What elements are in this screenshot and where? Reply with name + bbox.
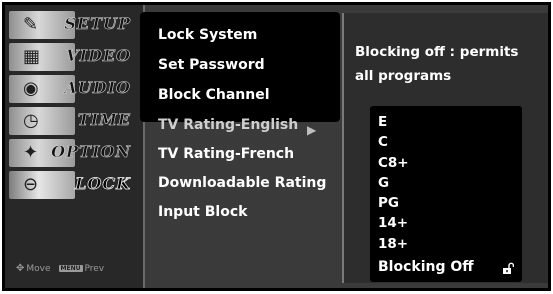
unlocked-padlock-icon — [503, 262, 514, 274]
menu-item-tv-rating-english[interactable]: TV Rating-English — [158, 117, 298, 133]
tab-audio[interactable]: ◉ AUDIO — [9, 75, 139, 103]
tv-screen: ✎ SETUP ▦ VIDEO ◉ AUDIO ◷ TIME ✦ OPTION … — [0, 0, 553, 294]
tab-audio-label: AUDIO — [64, 78, 131, 98]
tab-option[interactable]: ✦ OPTION — [9, 139, 139, 167]
rating-option-14plus[interactable]: 14+ — [378, 215, 408, 231]
menu-item-set-password[interactable]: Set Password — [158, 57, 265, 73]
arrow-right-icon: ▶ — [307, 123, 317, 137]
rating-option-g[interactable]: G — [378, 175, 389, 191]
menu-item-tv-rating-french[interactable]: TV Rating-French — [158, 146, 294, 162]
tab-lock[interactable]: ⊖ LOCK — [9, 171, 139, 199]
tab-setup[interactable]: ✎ SETUP — [9, 11, 139, 39]
rating-option-c[interactable]: C — [378, 134, 388, 150]
rating-option-18plus[interactable]: 18+ — [378, 236, 408, 252]
tab-time[interactable]: ◷ TIME — [9, 107, 139, 135]
menu-item-block-channel[interactable]: Block Channel — [158, 87, 270, 103]
rating-option-e[interactable]: E — [378, 114, 387, 130]
tab-time-label: TIME — [77, 110, 131, 130]
menu-item-lock-system[interactable]: Lock System — [158, 27, 257, 43]
clock-icon: ◷ — [9, 107, 75, 135]
rating-option-pg[interactable]: PG — [378, 195, 399, 211]
help-text: Blocking off : permits all programs — [355, 44, 519, 84]
tab-video[interactable]: ▦ VIDEO — [9, 43, 139, 71]
rating-option-c8plus[interactable]: C8+ — [378, 155, 409, 171]
rating-option-blocking-off[interactable]: Blocking Off — [378, 259, 474, 275]
tab-setup-label: SETUP — [64, 14, 131, 34]
lock-icon: ⊖ — [9, 171, 75, 199]
dpad-icon: ✥ — [16, 263, 25, 274]
menu-item-input-block[interactable]: Input Block — [158, 204, 247, 220]
move-hint: Move — [26, 264, 51, 274]
tab-video-label: VIDEO — [66, 46, 131, 66]
tab-lock-label: LOCK — [75, 174, 131, 194]
rating-list — [370, 106, 522, 282]
prev-hint: Prev — [84, 264, 105, 274]
menu-item-downloadable-rating[interactable]: Downloadable Rating — [158, 175, 326, 191]
navigation-hint: ✥ Move MENU Prev — [16, 263, 134, 274]
menu-key-icon: MENU — [58, 265, 83, 272]
tab-option-label: OPTION — [51, 142, 131, 162]
